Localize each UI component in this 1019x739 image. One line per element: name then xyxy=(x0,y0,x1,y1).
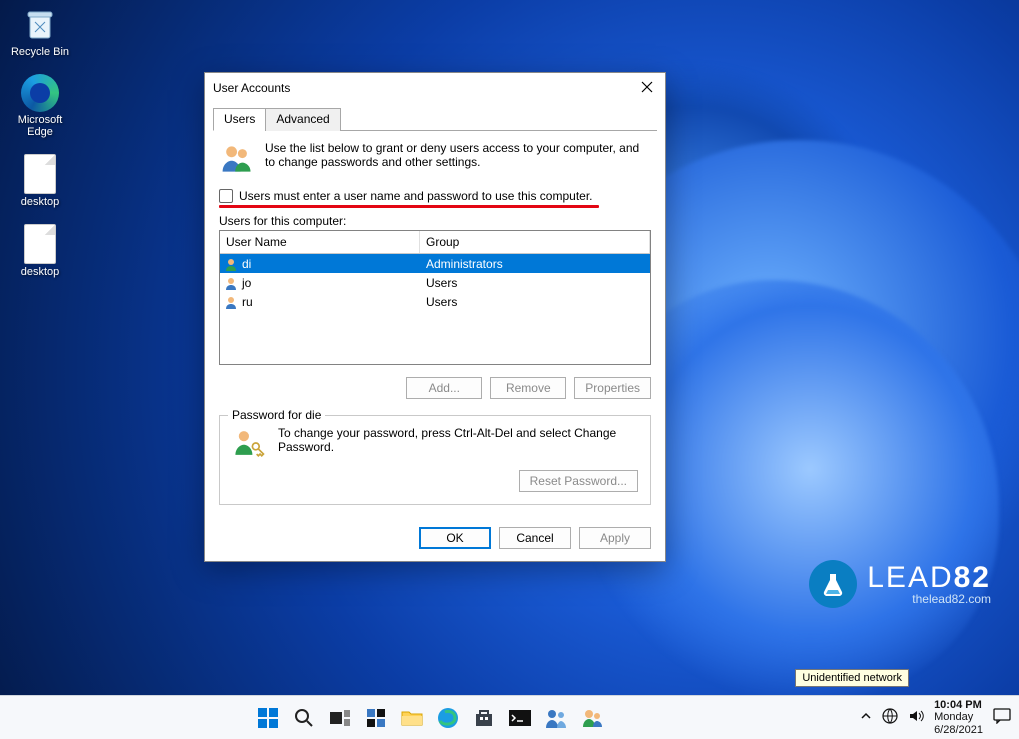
windows-icon xyxy=(257,707,279,729)
tray-overflow-button[interactable] xyxy=(860,710,872,725)
desktop-icon-label: desktop xyxy=(21,196,60,208)
search-button[interactable] xyxy=(290,704,318,732)
user-accounts-dialog: User Accounts Users Advanced Use the lis… xyxy=(204,72,666,562)
desktop-icon-area: Recycle Bin Microsoft Edge desktop deskt… xyxy=(6,4,86,294)
users-list-label: Users for this computer: xyxy=(219,214,651,228)
search-icon xyxy=(294,708,314,728)
remove-button[interactable]: Remove xyxy=(490,377,566,399)
speaker-icon xyxy=(908,708,924,724)
network-tooltip: Unidentified network xyxy=(795,669,909,687)
chevron-up-icon xyxy=(860,710,872,722)
notification-icon xyxy=(993,708,1011,724)
edge-icon xyxy=(21,74,59,112)
dialog-titlebar[interactable]: User Accounts xyxy=(205,73,665,103)
edge-taskbar-button[interactable] xyxy=(434,704,462,732)
password-legend: Password for die xyxy=(228,408,325,422)
system-tray: 10:04 PM Monday 6/28/2021 xyxy=(860,699,1019,735)
user-icon xyxy=(224,276,238,290)
file-icon xyxy=(24,154,56,194)
taskbar: 10:04 PM Monday 6/28/2021 xyxy=(0,695,1019,739)
desktop-icon-recycle-bin[interactable]: Recycle Bin xyxy=(6,4,74,58)
terminal-icon xyxy=(509,710,531,726)
store-button[interactable] xyxy=(470,704,498,732)
apply-button[interactable]: Apply xyxy=(579,527,651,549)
file-explorer-button[interactable] xyxy=(398,704,426,732)
table-row[interactable]: ru Users xyxy=(220,292,650,311)
user-icon xyxy=(224,257,238,271)
intro-text: Use the list below to grant or deny user… xyxy=(265,141,651,177)
users-table: User Name Group di Administrators xyxy=(219,230,651,365)
col-header-name[interactable]: User Name xyxy=(220,231,420,253)
desktop-icon-label: Recycle Bin xyxy=(11,46,69,58)
desktop-icon-label: Microsoft Edge xyxy=(18,114,63,138)
tray-clock[interactable]: 10:04 PM Monday 6/28/2021 xyxy=(934,699,983,735)
start-button[interactable] xyxy=(254,704,282,732)
close-button[interactable] xyxy=(637,80,657,97)
highlight-underline xyxy=(219,205,599,208)
notifications-button[interactable] xyxy=(993,708,1011,727)
desktop-icon-edge[interactable]: Microsoft Edge xyxy=(6,74,74,138)
network-tray-icon[interactable] xyxy=(882,708,898,727)
properties-button[interactable]: Properties xyxy=(574,377,651,399)
file-icon xyxy=(24,224,56,264)
tab-row: Users Advanced xyxy=(213,107,657,131)
reset-password-button[interactable]: Reset Password... xyxy=(519,470,638,492)
user-icon xyxy=(224,295,238,309)
watermark: LEAD82 thelead82.com xyxy=(809,560,991,608)
user-accounts-icon xyxy=(581,707,603,729)
add-button[interactable]: Add... xyxy=(406,377,482,399)
task-view-button[interactable] xyxy=(326,704,354,732)
globe-icon xyxy=(882,708,898,724)
edge-icon xyxy=(437,707,459,729)
desktop-icon-file-1[interactable]: desktop xyxy=(6,154,74,208)
users-group-icon xyxy=(219,141,255,177)
netplwiz-button[interactable] xyxy=(578,704,606,732)
user-key-icon xyxy=(232,426,266,460)
flask-icon xyxy=(809,560,857,608)
password-fieldset: Password for die To change your password… xyxy=(219,415,651,505)
desktop-icon-label: desktop xyxy=(21,266,60,278)
recycle-bin-icon xyxy=(20,4,60,44)
must-enter-label: Users must enter a user name and passwor… xyxy=(239,189,593,203)
people-button[interactable] xyxy=(542,704,570,732)
must-enter-checkbox[interactable] xyxy=(219,189,233,203)
tab-advanced[interactable]: Advanced xyxy=(265,108,340,131)
tab-users[interactable]: Users xyxy=(213,108,266,131)
password-text: To change your password, press Ctrl-Alt-… xyxy=(278,426,638,454)
table-row[interactable]: di Administrators xyxy=(220,254,650,273)
volume-tray-icon[interactable] xyxy=(908,708,924,727)
store-icon xyxy=(474,708,494,728)
task-view-icon xyxy=(330,710,350,726)
table-row[interactable]: jo Users xyxy=(220,273,650,292)
ok-button[interactable]: OK xyxy=(419,527,491,549)
widgets-icon xyxy=(366,708,386,728)
cancel-button[interactable]: Cancel xyxy=(499,527,571,549)
close-icon xyxy=(641,81,653,93)
dialog-title: User Accounts xyxy=(213,81,637,95)
people-icon xyxy=(545,708,567,728)
folder-icon xyxy=(401,709,423,727)
widgets-button[interactable] xyxy=(362,704,390,732)
terminal-button[interactable] xyxy=(506,704,534,732)
col-header-group[interactable]: Group xyxy=(420,231,650,253)
table-header: User Name Group xyxy=(220,231,650,254)
desktop-icon-file-2[interactable]: desktop xyxy=(6,224,74,278)
